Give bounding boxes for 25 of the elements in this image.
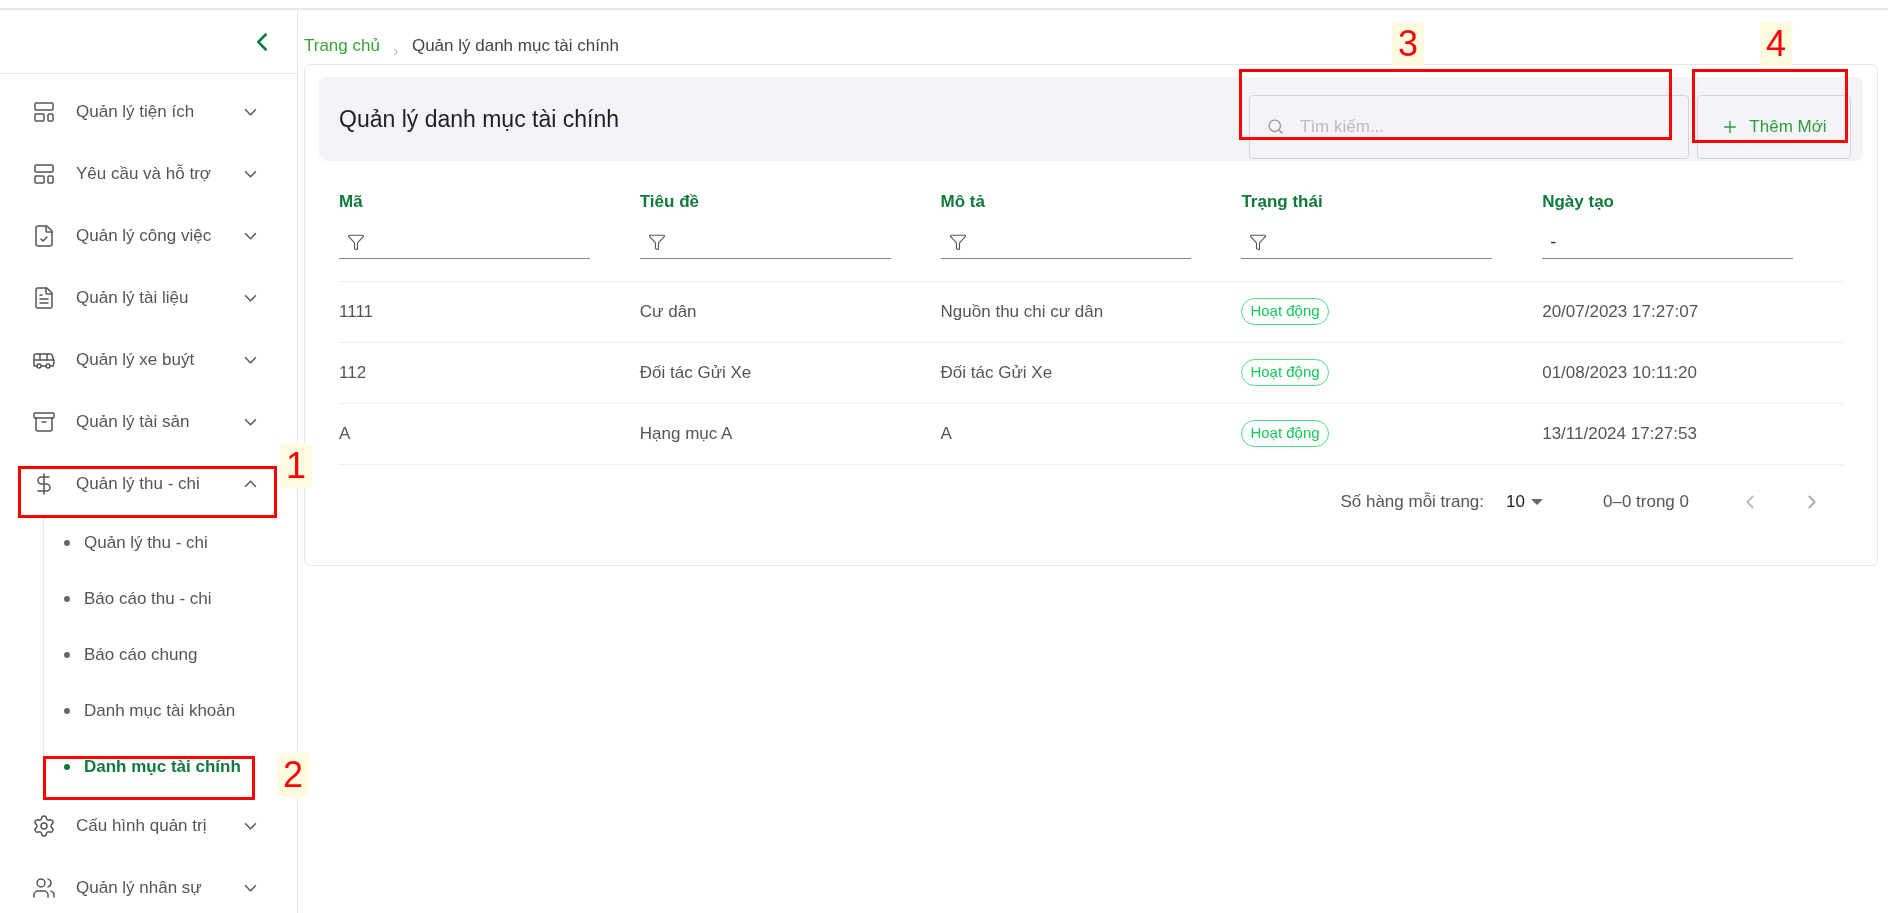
rows-per-page-label: Số hàng mỗi trang:: [1340, 490, 1485, 513]
column-header: Trạng thái: [1241, 191, 1324, 213]
column-header: Mã: [339, 191, 364, 213]
column-header: Ngày tạo: [1542, 191, 1615, 213]
table-cell-text: 1111: [339, 300, 375, 323]
table-cell-text: A: [940, 422, 953, 445]
page-range: 0–0 trong 0: [1603, 490, 1689, 513]
annotation-number: 3: [1392, 22, 1425, 66]
table-cell-text: 01/08/2023 10:11:20: [1542, 361, 1698, 384]
table-cell-text: 20/07/2023 17:27:07: [1542, 300, 1700, 323]
column-header: Tiêu đề: [639, 191, 700, 213]
table-cell-text: Nguồn thu chi cư dân: [940, 300, 1105, 323]
table-cell-text: A: [339, 422, 352, 445]
annotation-number: 1: [280, 444, 313, 488]
table-cell-text: 13/11/2024 17:27:53: [1542, 422, 1698, 445]
table-cell-text: Hạng mục A: [639, 422, 734, 445]
table-cell-text: Đối tác Gửi Xe: [940, 361, 1054, 384]
breadcrumb-item: Quản lý danh mục tài chính: [411, 34, 619, 57]
column-header: Mô tả: [940, 191, 986, 213]
annotation-number: 4: [1760, 22, 1793, 66]
table-cell-text: Đối tác Gửi Xe: [639, 361, 753, 384]
table-cell-text: Cư dân: [639, 300, 698, 323]
page-title: Quản lý danh mục tài chính: [339, 104, 620, 134]
table-cell-text: 112: [339, 361, 368, 384]
annotation-number: 2: [277, 753, 310, 797]
